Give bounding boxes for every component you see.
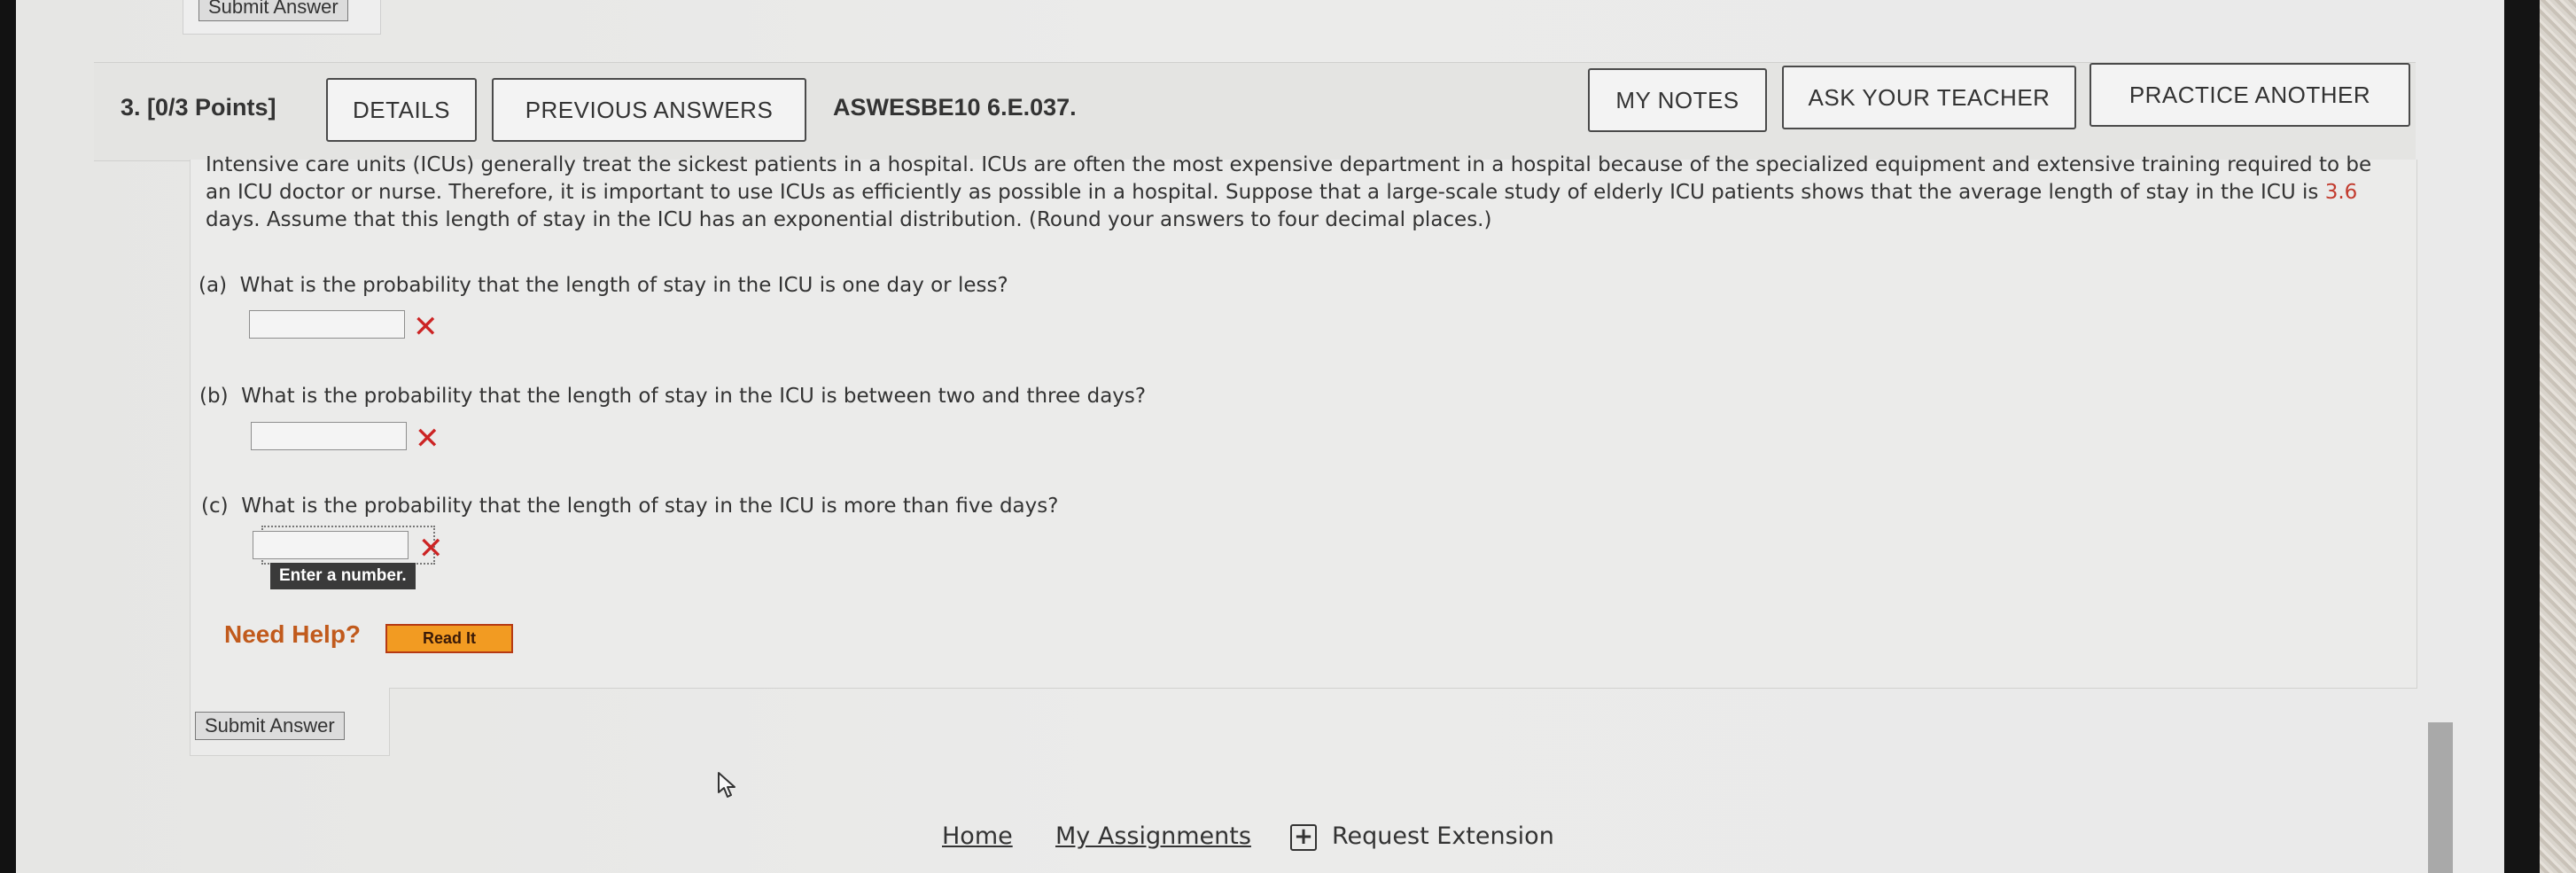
enter-number-tooltip: Enter a number. [270,563,416,589]
problem-mean-value: 3.6 [2324,181,2358,204]
my-notes-button[interactable]: MY NOTES [1588,68,1767,132]
submit-answer-button[interactable]: Submit Answer [195,712,345,740]
part-c-label: (c) [201,495,229,518]
previous-answers-button[interactable]: PREVIOUS ANSWERS [492,78,806,142]
problem-text-after: days. Assume that this length of stay in… [206,208,1492,231]
ask-your-teacher-button[interactable]: ASK YOUR TEACHER [1782,66,2076,129]
monitor-bezel-left [0,0,16,873]
part-c-question: (c) What is the probability that the len… [201,495,1058,518]
part-c-text: What is the probability that the length … [241,495,1059,518]
calendar-plus-icon[interactable]: + [1290,824,1317,851]
part-a-text: What is the probability that the length … [239,274,1008,297]
part-a-answer-input[interactable] [249,310,405,339]
read-it-button[interactable]: Read It [385,624,513,653]
part-b-question: (b) What is the probability that the len… [199,385,1146,408]
footer-home-link[interactable]: Home [942,822,1013,850]
question-body [190,160,2417,689]
background-carpet [2540,0,2576,873]
problem-text-before: Intensive care units (ICUs) generally tr… [206,153,2372,204]
part-b-answer-input[interactable] [251,422,407,450]
assignment-code: ASWESBE10 6.E.037. [833,94,1077,121]
problem-statement: Intensive care units (ICUs) generally tr… [206,152,2394,234]
part-a-incorrect-icon: ✕ [413,309,439,345]
part-a-label: (a) [198,274,228,297]
part-c-answer-input[interactable] [253,531,409,559]
submit-answer-button-top[interactable]: Submit Answer [198,0,348,21]
request-extension-link[interactable]: Request Extension [1332,822,1554,850]
scrollbar-thumb[interactable] [2428,722,2453,873]
part-b-incorrect-icon: ✕ [415,421,440,456]
footer-my-assignments-link[interactable]: My Assignments [1055,822,1251,850]
details-button[interactable]: DETAILS [326,78,477,142]
part-b-label: (b) [199,385,229,408]
part-a-question: (a) What is the probability that the len… [198,274,1008,297]
need-help-label: Need Help? [224,620,362,648]
practice-another-button[interactable]: PRACTICE ANOTHER [2090,63,2410,127]
browser-viewport: Submit Answer 3. [0/3 Points] DETAILS PR… [16,0,2504,873]
question-number-points: 3. [0/3 Points] [121,94,276,121]
part-b-text: What is the probability that the length … [241,385,1147,408]
mouse-pointer-icon [718,772,735,798]
part-c-incorrect-icon: ✕ [418,531,444,566]
monitor-bezel-right [2504,0,2540,873]
